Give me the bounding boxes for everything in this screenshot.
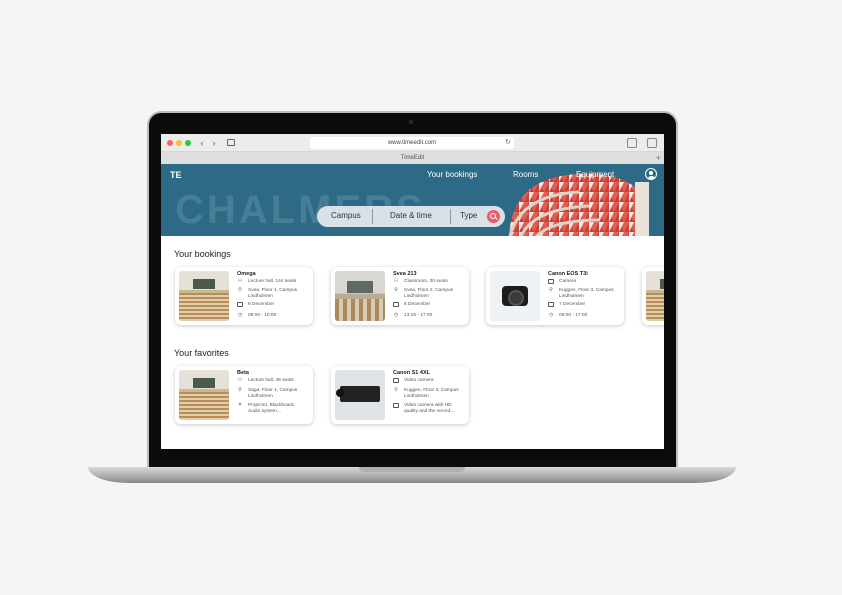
clock-icon: ◷ bbox=[393, 312, 399, 318]
search-bar: Campus Date & time Type bbox=[317, 206, 505, 227]
card-row: ◷ 13:15 - 17:00 bbox=[393, 312, 433, 319]
calendar-icon bbox=[237, 302, 243, 307]
booking-card-canon-eos-t3i[interactable]: Canon EOS T3i Camera ⚲ Kuggen, Floor 3, C… bbox=[486, 267, 624, 325]
card-row: ⚇ Lecture hall, 144 seats bbox=[237, 278, 297, 285]
favorite-thumbnail bbox=[179, 370, 229, 420]
card-title: Canon EOS T3i bbox=[548, 271, 588, 277]
nav-your-bookings[interactable]: Your bookings bbox=[427, 170, 477, 179]
equipment-icon bbox=[393, 378, 399, 383]
search-type-field[interactable]: Type bbox=[460, 211, 477, 220]
card-row: ⚲ Saga, Floor 1, Campus Lindholmen bbox=[238, 387, 298, 399]
calendar-icon bbox=[393, 302, 399, 307]
reload-icon[interactable]: ↻ bbox=[505, 137, 511, 149]
tab-timeedit[interactable]: TimeEdit bbox=[401, 155, 424, 161]
search-icon[interactable] bbox=[487, 210, 500, 223]
tab-bar: TimeEdit + bbox=[161, 152, 664, 164]
favorite-card-beta[interactable]: Beta ⚇ Lecture hall, 48 seats ⚲ Saga, Floo… bbox=[175, 366, 313, 424]
equipment-icon bbox=[548, 279, 554, 284]
card-row: ⚲ Kuggen, Floor 3, Campus Lindholmen bbox=[394, 387, 459, 399]
laptop-notch bbox=[359, 467, 465, 472]
hero-header: CHALMERS TE Your bookings Rooms Equipmen… bbox=[161, 164, 664, 236]
webcam bbox=[409, 120, 413, 124]
back-icon[interactable]: ‹ bbox=[197, 138, 207, 148]
forward-icon[interactable]: › bbox=[209, 138, 219, 148]
bookings-section-title: Your bookings bbox=[174, 249, 231, 259]
share-icon[interactable] bbox=[627, 138, 637, 148]
minimize-window-button[interactable] bbox=[176, 140, 182, 146]
booking-thumbnail bbox=[646, 271, 664, 321]
clock-icon: ◷ bbox=[237, 312, 243, 318]
card-title: Svea 213 bbox=[393, 271, 417, 277]
browser-window: ‹ › www.timeedit.com ↻ TimeEdit + CHALME… bbox=[161, 134, 664, 449]
search-datetime-field[interactable]: Date & time bbox=[390, 211, 432, 220]
sidebar-icon[interactable] bbox=[227, 139, 235, 146]
favorite-thumbnail bbox=[335, 370, 385, 420]
search-divider bbox=[372, 209, 373, 224]
location-icon: ⚲ bbox=[549, 287, 553, 293]
nav-rooms[interactable]: Rooms bbox=[513, 170, 538, 179]
booking-card-omega[interactable]: Omega ⚇ Lecture hall, 144 seats ⚲ Svea, Fl… bbox=[175, 267, 313, 325]
clock-icon: ◷ bbox=[548, 312, 554, 318]
seats-icon: ⚇ bbox=[237, 278, 243, 284]
address-bar[interactable]: www.timeedit.com bbox=[310, 137, 514, 149]
card-title: Beta bbox=[237, 370, 249, 376]
booking-card-svea-213[interactable]: Svea 213 ⚇ Classroom, 30 seats ⚲ Svea, Flo… bbox=[331, 267, 469, 325]
seats-icon: ⚇ bbox=[237, 377, 243, 383]
location-icon: ⚲ bbox=[238, 387, 242, 393]
card-row: ◷ 08:00 - 17:00 bbox=[548, 312, 588, 319]
favorite-card-canon-s1-4xl[interactable]: Canon S1 4XL Video camera ⚲ Kuggen, Floor… bbox=[331, 366, 469, 424]
tabs-overview-icon[interactable] bbox=[647, 138, 657, 148]
booking-thumbnail bbox=[490, 271, 540, 321]
booking-thumbnail bbox=[179, 271, 229, 321]
card-row: ⚇ Lecture hall, 48 seats bbox=[237, 377, 294, 384]
browser-toolbar: ‹ › www.timeedit.com ↻ bbox=[161, 134, 664, 152]
booking-thumbnail bbox=[335, 271, 385, 321]
card-row: Video camera bbox=[393, 378, 434, 384]
zoom-window-button[interactable] bbox=[185, 140, 191, 146]
card-row: ⚲ Kuggen, Floor 3, Campus Lindholmen bbox=[549, 287, 614, 299]
card-row: ⚇ Classroom, 30 seats bbox=[393, 278, 448, 285]
location-icon: ⚲ bbox=[394, 387, 398, 393]
card-row: Video camera with HD quality and the rec… bbox=[393, 403, 467, 415]
card-row: ◷ 08:00 - 10:00 bbox=[237, 312, 277, 319]
card-row: ⚲ Svea, Floor 1, Campus Lindholmen bbox=[238, 287, 298, 299]
close-window-button[interactable] bbox=[167, 140, 173, 146]
card-title: Omega bbox=[237, 271, 256, 277]
card-row: 6 December bbox=[237, 302, 274, 308]
new-tab-icon[interactable]: + bbox=[656, 152, 661, 164]
card-title: Canon S1 4XL bbox=[393, 370, 430, 376]
calendar-icon bbox=[548, 302, 554, 307]
app-logo[interactable]: TE bbox=[170, 170, 182, 180]
card-row: ⚲ Svea, Floor 2, Campus Lindholmen bbox=[394, 287, 454, 299]
nav-equipment[interactable]: Equipment bbox=[576, 170, 614, 179]
card-row: 6 December bbox=[393, 302, 430, 308]
location-icon: ⚲ bbox=[394, 287, 398, 293]
building-illustration bbox=[508, 173, 649, 236]
tools-icon: ✕ bbox=[237, 402, 243, 408]
card-row: Camera bbox=[548, 279, 576, 285]
search-campus-field[interactable]: Campus bbox=[331, 211, 361, 220]
seats-icon: ⚇ bbox=[393, 278, 399, 284]
booking-card-partial[interactable] bbox=[642, 267, 664, 325]
card-row: ✕ Projector, Blackboard, Audio system... bbox=[237, 402, 295, 414]
favorites-section-title: Your favorites bbox=[174, 348, 229, 358]
laptop-mockup: ‹ › www.timeedit.com ↻ TimeEdit + CHALME… bbox=[0, 0, 842, 595]
description-icon bbox=[393, 403, 399, 408]
user-account-icon[interactable] bbox=[645, 168, 657, 180]
location-icon: ⚲ bbox=[238, 287, 242, 293]
search-divider bbox=[450, 209, 451, 224]
card-row: 7 December bbox=[548, 302, 585, 308]
